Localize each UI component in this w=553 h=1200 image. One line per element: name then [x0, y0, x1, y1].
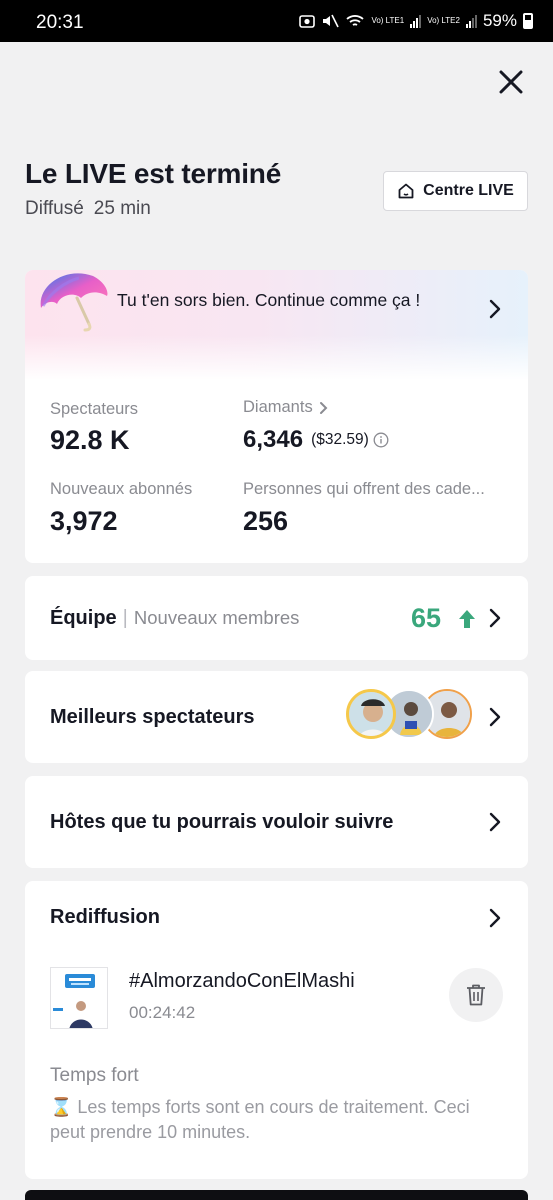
new-followers-label: Nouveaux abonnés	[50, 480, 193, 498]
diamonds-link[interactable]: Diamants	[243, 398, 329, 417]
duration-value: 25 min	[93, 198, 151, 219]
status-bar: 20:31 Vo) LTE1 Vo) LTE2 59%	[0, 0, 553, 42]
signal-icon	[410, 14, 422, 28]
gifters-value: 256	[243, 506, 289, 536]
team-new-members-count: 65	[411, 602, 442, 633]
team-sub-label: Nouveaux membres	[133, 606, 300, 628]
diamonds-value: 6,346	[243, 426, 304, 453]
chevron-right-icon	[489, 707, 501, 727]
arrow-up-icon	[459, 610, 475, 628]
battery-percent: 59%	[482, 11, 517, 30]
replay-thumbnail[interactable]	[50, 967, 108, 1029]
top-viewers-label: Meilleurs spectateurs	[50, 705, 255, 728]
encouragement-message[interactable]: Tu t'en sors bien. Continue comme ça !	[117, 288, 447, 313]
wifi-icon	[346, 15, 365, 26]
umbrella-icon	[40, 273, 108, 332]
top-viewers-row[interactable]: Meilleurs spectateurs	[25, 671, 528, 763]
next-card-edge	[25, 1190, 528, 1200]
status-icons: Vo) LTE1 Vo) LTE2 59%	[299, 11, 533, 31]
team-label-group: Équipe | Nouveaux membres	[50, 607, 299, 630]
team-separator: |	[122, 606, 128, 629]
chevron-right-icon	[489, 608, 501, 628]
close-icon[interactable]	[495, 66, 527, 98]
chevron-right-icon	[319, 401, 328, 414]
replay-label[interactable]: Rediffusion	[50, 906, 160, 929]
diamonds-dollar: ($32.59)	[311, 431, 369, 448]
chevron-right-icon	[489, 812, 501, 832]
diamonds-label: Diamants	[243, 398, 313, 416]
suggested-hosts-row[interactable]: Hôtes que tu pourrais vouloir suivre	[25, 776, 528, 868]
highlights-label: Temps fort	[50, 1065, 139, 1086]
chevron-right-icon[interactable]	[487, 907, 503, 929]
replay-video-duration: 00:24:42	[129, 1003, 196, 1022]
new-followers-value: 3,972	[50, 506, 118, 536]
sim1-label: Vo) LTE1	[371, 16, 405, 25]
info-icon[interactable]	[373, 432, 389, 448]
stats-card: Tu t'en sors bien. Continue comme ça ! S…	[25, 270, 528, 563]
replay-card: Rediffusion #AlmorzandoConElMashi 00:24:…	[25, 881, 528, 1179]
gifters-label: Personnes qui offrent des cade...	[243, 480, 485, 498]
viewers-value: 92.8 K	[50, 425, 130, 455]
trash-icon	[467, 984, 485, 1006]
camera-icon	[299, 15, 316, 28]
highlights-processing-note: ⌛ Les temps forts sont en cours de trait…	[50, 1097, 470, 1142]
status-time: 20:31	[36, 12, 84, 33]
sim2-label: Vo) LTE2	[427, 16, 460, 25]
signal-icon-2	[465, 14, 477, 28]
team-label: Équipe	[50, 606, 117, 629]
mute-icon	[323, 14, 340, 28]
battery-icon	[523, 13, 533, 29]
chevron-right-icon[interactable]	[487, 298, 503, 320]
team-row[interactable]: Équipe | Nouveaux membres 65	[25, 576, 528, 660]
delete-replay-button[interactable]	[449, 968, 503, 1022]
avatar	[346, 689, 396, 739]
centre-live-button[interactable]: Centre LIVE	[383, 171, 528, 211]
replay-video-title[interactable]: #AlmorzandoConElMashi	[129, 970, 355, 993]
home-icon	[398, 183, 414, 199]
broadcast-label: Diffusé	[25, 198, 84, 219]
diamonds-row: 6,346 ($32.59)	[243, 426, 389, 454]
viewers-label: Spectateurs	[50, 400, 139, 418]
page-title: Le LIVE est terminé	[25, 158, 282, 189]
broadcast-duration: Diffusé 25 min	[25, 198, 151, 220]
suggested-hosts-label: Hôtes que tu pourrais vouloir suivre	[50, 810, 394, 833]
centre-live-label: Centre LIVE	[423, 182, 514, 199]
